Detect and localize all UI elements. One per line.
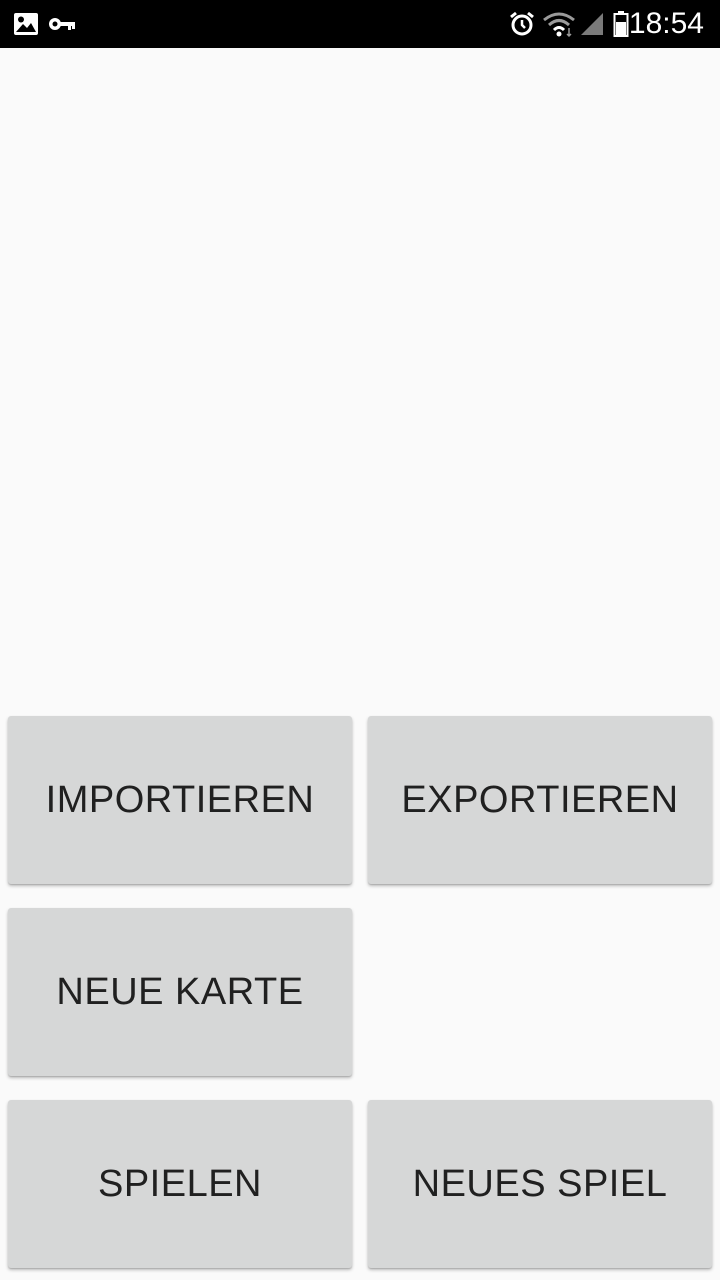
wifi-icon xyxy=(542,0,576,48)
battery-icon xyxy=(612,0,630,48)
import-button[interactable]: IMPORTIEREN xyxy=(8,716,352,884)
status-time: 18:54 xyxy=(628,7,704,40)
image-icon xyxy=(12,0,40,48)
export-button[interactable]: EXPORTIEREN xyxy=(368,716,712,884)
alarm-icon xyxy=(508,0,536,48)
key-icon xyxy=(48,0,76,48)
new-game-button[interactable]: NEUES SPIEL xyxy=(368,1100,712,1268)
signal-icon xyxy=(578,0,606,48)
main-content: IMPORTIEREN EXPORTIEREN NEUE KARTE SPIEL… xyxy=(0,48,720,1280)
new-map-button[interactable]: NEUE KARTE xyxy=(8,908,352,1076)
play-button[interactable]: SPIELEN xyxy=(8,1100,352,1268)
status-bar: 18:54 xyxy=(0,0,720,48)
